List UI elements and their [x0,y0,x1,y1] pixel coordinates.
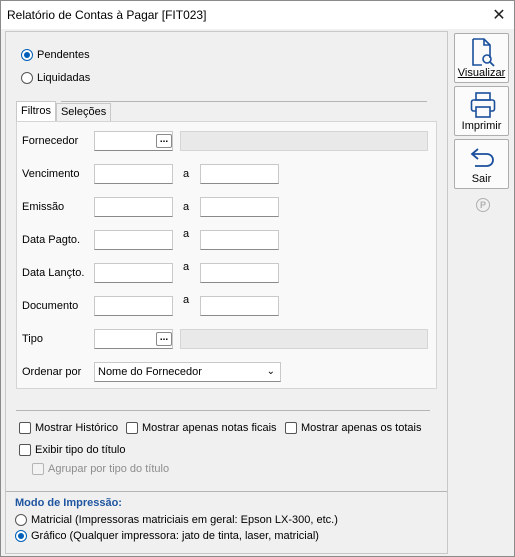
data-pagto-range-sep: a [183,228,190,240]
vencimento-from-input[interactable] [94,164,173,184]
close-icon[interactable]: ✕ [484,1,514,29]
report-window: Relatório de Contas à Pagar [FIT023] ✕ P… [0,0,515,557]
title-bar: Relatório de Contas à Pagar [FIT023] ✕ [1,1,514,29]
radio-grafico-indicator[interactable] [15,530,27,542]
radio-matricial-label: Matricial (Impressoras matriciais em ger… [31,514,338,526]
filtros-panel: Fornecedor ... Vencimento a Emissão a Da… [16,121,437,389]
visualizar-label: Visualizar [457,67,506,79]
divider [16,410,430,411]
mostrar-notas-checkbox[interactable]: Mostrar apenas notas ficais [126,422,277,434]
print-mode-title: Modo de Impressão: [15,497,122,509]
mostrar-historico-checkbox[interactable]: Mostrar Histórico [19,422,118,434]
agrupar-tipo-label: Agrupar por tipo do título [48,463,170,475]
data-pagto-to-input[interactable] [200,230,279,250]
radio-liquidadas-indicator[interactable] [21,72,33,84]
radio-matricial-indicator[interactable] [15,514,27,526]
vencimento-to-input[interactable] [200,164,279,184]
exibir-tipo-checkbox[interactable]: Exibir tipo do título [19,444,126,456]
tipo-lookup-button[interactable]: ... [156,332,172,346]
document-search-icon [472,38,495,67]
radio-pendentes-indicator[interactable] [21,49,33,61]
tipo-label: Tipo [22,333,43,345]
documento-to-input[interactable] [200,296,279,316]
radio-pendentes-label: Pendentes [37,49,90,61]
data-lancto-from-input[interactable] [94,263,173,283]
radio-matricial[interactable]: Matricial (Impressoras matriciais em ger… [15,514,338,526]
vencimento-range-sep: a [183,168,190,180]
ordenar-select-value: Nome do Fornecedor [98,366,202,378]
radio-grafico[interactable]: Gráfico (Qualquer impressora: jato de ti… [15,530,319,542]
chevron-down-icon: ⌄ [266,366,275,377]
tab-filtros[interactable]: Filtros [16,101,56,121]
documento-from-input[interactable] [94,296,173,316]
fornecedor-lookup-button[interactable]: ... [156,134,172,148]
mostrar-notas-box[interactable] [126,422,138,434]
main-panel: Pendentes Liquidadas Filtros Seleções Fo… [5,31,448,554]
visualizar-button[interactable]: Visualizar [454,33,509,83]
radio-grafico-label: Gráfico (Qualquer impressora: jato de ti… [31,530,319,542]
emissao-range-sep: a [183,201,190,213]
tipo-name-field [180,329,428,349]
undo-arrow-icon [470,148,494,167]
exibir-tipo-label: Exibir tipo do título [35,444,126,456]
agrupar-tipo-box [32,463,44,475]
data-pagto-from-input[interactable] [94,230,173,250]
documento-range-sep: a [183,294,190,306]
radio-liquidadas[interactable]: Liquidadas [21,72,90,84]
tab-bar: Filtros Seleções [16,101,112,121]
sair-label: Sair [471,173,492,185]
exibir-tipo-box[interactable] [19,444,31,456]
data-lancto-range-sep: a [183,261,190,273]
window-title: Relatório de Contas à Pagar [FIT023] [7,8,207,22]
printer-icon [470,92,496,118]
tab-selecoes[interactable]: Seleções [55,103,112,121]
documento-label: Documento [22,300,79,312]
imprimir-button[interactable]: Imprimir [454,86,509,136]
data-lancto-to-input[interactable] [200,263,279,283]
fornecedor-label: Fornecedor [22,135,79,147]
mostrar-totais-label: Mostrar apenas os totais [301,422,422,434]
imprimir-label: Imprimir [461,120,502,132]
emissao-from-input[interactable] [94,197,173,217]
fornecedor-name-field [180,131,428,151]
ordenar-label: Ordenar por [22,366,82,378]
mostrar-totais-box[interactable] [285,422,297,434]
radio-liquidadas-label: Liquidadas [37,72,91,84]
agrupar-tipo-checkbox: Agrupar por tipo do título [32,463,169,475]
mostrar-historico-label: Mostrar Histórico [35,422,119,434]
mostrar-notas-label: Mostrar apenas notas ficais [142,422,277,434]
emissao-label: Emissão [22,201,65,213]
data-pagto-label: Data Pagto. [22,234,81,246]
ordenar-select[interactable]: Nome do Fornecedor ⌄ [94,362,281,382]
radio-pendentes[interactable]: Pendentes [21,49,90,61]
vencimento-label: Vencimento [22,168,80,180]
mostrar-historico-box[interactable] [19,422,31,434]
emissao-to-input[interactable] [200,197,279,217]
sair-button[interactable]: Sair [454,139,509,189]
circled-p-icon: P [476,198,490,212]
data-lancto-label: Data Lançto. [22,267,85,279]
mostrar-totais-checkbox[interactable]: Mostrar apenas os totais [285,422,421,434]
divider [61,101,427,102]
divider [6,491,447,492]
